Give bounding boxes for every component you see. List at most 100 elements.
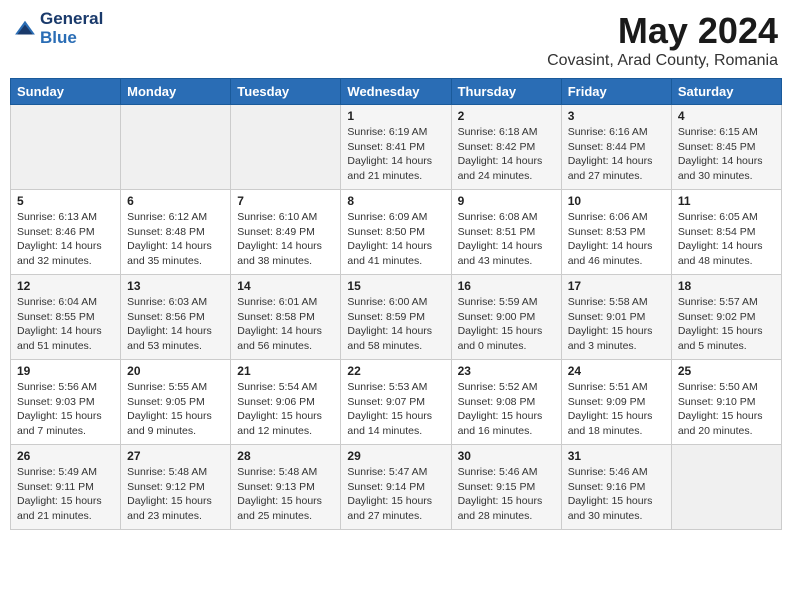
page-header: General Blue May 2024 Covasint, Arad Cou…	[10, 10, 782, 70]
calendar-cell: 9 Sunrise: 6:08 AMSunset: 8:51 PMDaylight…	[451, 190, 561, 275]
day-info: Sunrise: 5:55 AMSunset: 9:05 PMDaylight:…	[127, 380, 224, 439]
col-header-thursday: Thursday	[451, 79, 561, 105]
calendar-cell	[671, 445, 781, 530]
day-number: 26	[17, 449, 114, 463]
logo-line1: General	[40, 10, 103, 29]
day-info: Sunrise: 5:48 AMSunset: 9:13 PMDaylight:…	[237, 465, 334, 524]
day-number: 14	[237, 279, 334, 293]
day-info: Sunrise: 5:58 AMSunset: 9:01 PMDaylight:…	[568, 295, 665, 354]
calendar-cell: 24 Sunrise: 5:51 AMSunset: 9:09 PMDayligh…	[561, 360, 671, 445]
calendar-cell: 31 Sunrise: 5:46 AMSunset: 9:16 PMDayligh…	[561, 445, 671, 530]
day-number: 27	[127, 449, 224, 463]
day-number: 16	[458, 279, 555, 293]
calendar-cell: 14 Sunrise: 6:01 AMSunset: 8:58 PMDayligh…	[231, 275, 341, 360]
day-info: Sunrise: 6:05 AMSunset: 8:54 PMDaylight:…	[678, 210, 775, 269]
calendar-cell: 23 Sunrise: 5:52 AMSunset: 9:08 PMDayligh…	[451, 360, 561, 445]
calendar-table: SundayMondayTuesdayWednesdayThursdayFrid…	[10, 78, 782, 530]
day-info: Sunrise: 6:19 AMSunset: 8:41 PMDaylight:…	[347, 125, 444, 184]
calendar-cell: 6 Sunrise: 6:12 AMSunset: 8:48 PMDaylight…	[121, 190, 231, 275]
day-info: Sunrise: 5:51 AMSunset: 9:09 PMDaylight:…	[568, 380, 665, 439]
calendar-cell: 7Sunrise: 6:10 AMSunset: 8:49 PMDaylight…	[231, 190, 341, 275]
calendar-cell: 26 Sunrise: 5:49 AMSunset: 9:11 PMDayligh…	[11, 445, 121, 530]
col-header-wednesday: Wednesday	[341, 79, 451, 105]
day-number: 19	[17, 364, 114, 378]
day-info: Sunrise: 5:57 AMSunset: 9:02 PMDaylight:…	[678, 295, 775, 354]
calendar-cell: 25 Sunrise: 5:50 AMSunset: 9:10 PMDayligh…	[671, 360, 781, 445]
day-number: 6	[127, 194, 224, 208]
day-number: 23	[458, 364, 555, 378]
day-info: Sunrise: 6:08 AMSunset: 8:51 PMDaylight:…	[458, 210, 555, 269]
day-info: Sunrise: 6:09 AMSunset: 8:50 PMDaylight:…	[347, 210, 444, 269]
col-header-friday: Friday	[561, 79, 671, 105]
day-number: 2	[458, 109, 555, 123]
day-number: 10	[568, 194, 665, 208]
day-info: Sunrise: 5:49 AMSunset: 9:11 PMDaylight:…	[17, 465, 114, 524]
calendar-cell: 30Sunrise: 5:46 AMSunset: 9:15 PMDayligh…	[451, 445, 561, 530]
calendar-cell: 22Sunrise: 5:53 AMSunset: 9:07 PMDayligh…	[341, 360, 451, 445]
day-number: 25	[678, 364, 775, 378]
month-title: May 2024	[547, 10, 778, 52]
calendar-cell: 29 Sunrise: 5:47 AMSunset: 9:14 PMDayligh…	[341, 445, 451, 530]
calendar-cell: 15Sunrise: 6:00 AMSunset: 8:59 PMDayligh…	[341, 275, 451, 360]
calendar-cell: 10 Sunrise: 6:06 AMSunset: 8:53 PMDayligh…	[561, 190, 671, 275]
logo-icon	[14, 18, 36, 40]
day-info: Sunrise: 6:00 AMSunset: 8:59 PMDaylight:…	[347, 295, 444, 354]
calendar-cell: 20 Sunrise: 5:55 AMSunset: 9:05 PMDayligh…	[121, 360, 231, 445]
day-number: 13	[127, 279, 224, 293]
calendar-week-row: 26 Sunrise: 5:49 AMSunset: 9:11 PMDayligh…	[11, 445, 782, 530]
location-subtitle: Covasint, Arad County, Romania	[547, 52, 778, 70]
calendar-cell: 11 Sunrise: 6:05 AMSunset: 8:54 PMDayligh…	[671, 190, 781, 275]
day-number: 21	[237, 364, 334, 378]
day-info: Sunrise: 5:46 AMSunset: 9:16 PMDaylight:…	[568, 465, 665, 524]
col-header-monday: Monday	[121, 79, 231, 105]
calendar-cell: 16 Sunrise: 5:59 AMSunset: 9:00 PMDayligh…	[451, 275, 561, 360]
calendar-cell: 2Sunrise: 6:18 AMSunset: 8:42 PMDaylight…	[451, 105, 561, 190]
calendar-cell: 8 Sunrise: 6:09 AMSunset: 8:50 PMDaylight…	[341, 190, 451, 275]
day-info: Sunrise: 5:48 AMSunset: 9:12 PMDaylight:…	[127, 465, 224, 524]
day-info: Sunrise: 5:59 AMSunset: 9:00 PMDaylight:…	[458, 295, 555, 354]
day-number: 31	[568, 449, 665, 463]
calendar-week-row: 1 Sunrise: 6:19 AMSunset: 8:41 PMDaylight…	[11, 105, 782, 190]
day-info: Sunrise: 6:03 AMSunset: 8:56 PMDaylight:…	[127, 295, 224, 354]
day-number: 20	[127, 364, 224, 378]
title-block: May 2024 Covasint, Arad County, Romania	[547, 10, 778, 70]
day-info: Sunrise: 6:15 AMSunset: 8:45 PMDaylight:…	[678, 125, 775, 184]
day-number: 8	[347, 194, 444, 208]
day-info: Sunrise: 6:01 AMSunset: 8:58 PMDaylight:…	[237, 295, 334, 354]
calendar-cell	[121, 105, 231, 190]
calendar-cell: 5 Sunrise: 6:13 AMSunset: 8:46 PMDaylight…	[11, 190, 121, 275]
day-info: Sunrise: 6:16 AMSunset: 8:44 PMDaylight:…	[568, 125, 665, 184]
day-info: Sunrise: 5:52 AMSunset: 9:08 PMDaylight:…	[458, 380, 555, 439]
day-info: Sunrise: 5:47 AMSunset: 9:14 PMDaylight:…	[347, 465, 444, 524]
calendar-cell	[11, 105, 121, 190]
day-number: 11	[678, 194, 775, 208]
day-number: 24	[568, 364, 665, 378]
day-number: 29	[347, 449, 444, 463]
day-number: 4	[678, 109, 775, 123]
calendar-header-row: SundayMondayTuesdayWednesdayThursdayFrid…	[11, 79, 782, 105]
day-number: 1	[347, 109, 444, 123]
day-info: Sunrise: 6:06 AMSunset: 8:53 PMDaylight:…	[568, 210, 665, 269]
day-number: 9	[458, 194, 555, 208]
calendar-cell: 12 Sunrise: 6:04 AMSunset: 8:55 PMDayligh…	[11, 275, 121, 360]
day-number: 22	[347, 364, 444, 378]
logo-line2: Blue	[40, 29, 103, 48]
day-number: 12	[17, 279, 114, 293]
day-number: 3	[568, 109, 665, 123]
calendar-cell: 21Sunrise: 5:54 AMSunset: 9:06 PMDayligh…	[231, 360, 341, 445]
day-info: Sunrise: 6:12 AMSunset: 8:48 PMDaylight:…	[127, 210, 224, 269]
calendar-cell: 27 Sunrise: 5:48 AMSunset: 9:12 PMDayligh…	[121, 445, 231, 530]
day-info: Sunrise: 6:13 AMSunset: 8:46 PMDaylight:…	[17, 210, 114, 269]
calendar-cell: 19Sunrise: 5:56 AMSunset: 9:03 PMDayligh…	[11, 360, 121, 445]
calendar-cell: 1 Sunrise: 6:19 AMSunset: 8:41 PMDaylight…	[341, 105, 451, 190]
calendar-week-row: 19Sunrise: 5:56 AMSunset: 9:03 PMDayligh…	[11, 360, 782, 445]
day-info: Sunrise: 5:46 AMSunset: 9:15 PMDaylight:…	[458, 465, 555, 524]
logo: General Blue	[14, 10, 103, 47]
calendar-week-row: 5 Sunrise: 6:13 AMSunset: 8:46 PMDaylight…	[11, 190, 782, 275]
day-number: 5	[17, 194, 114, 208]
calendar-cell: 13 Sunrise: 6:03 AMSunset: 8:56 PMDayligh…	[121, 275, 231, 360]
col-header-sunday: Sunday	[11, 79, 121, 105]
day-info: Sunrise: 6:04 AMSunset: 8:55 PMDaylight:…	[17, 295, 114, 354]
day-number: 18	[678, 279, 775, 293]
day-info: Sunrise: 5:50 AMSunset: 9:10 PMDaylight:…	[678, 380, 775, 439]
